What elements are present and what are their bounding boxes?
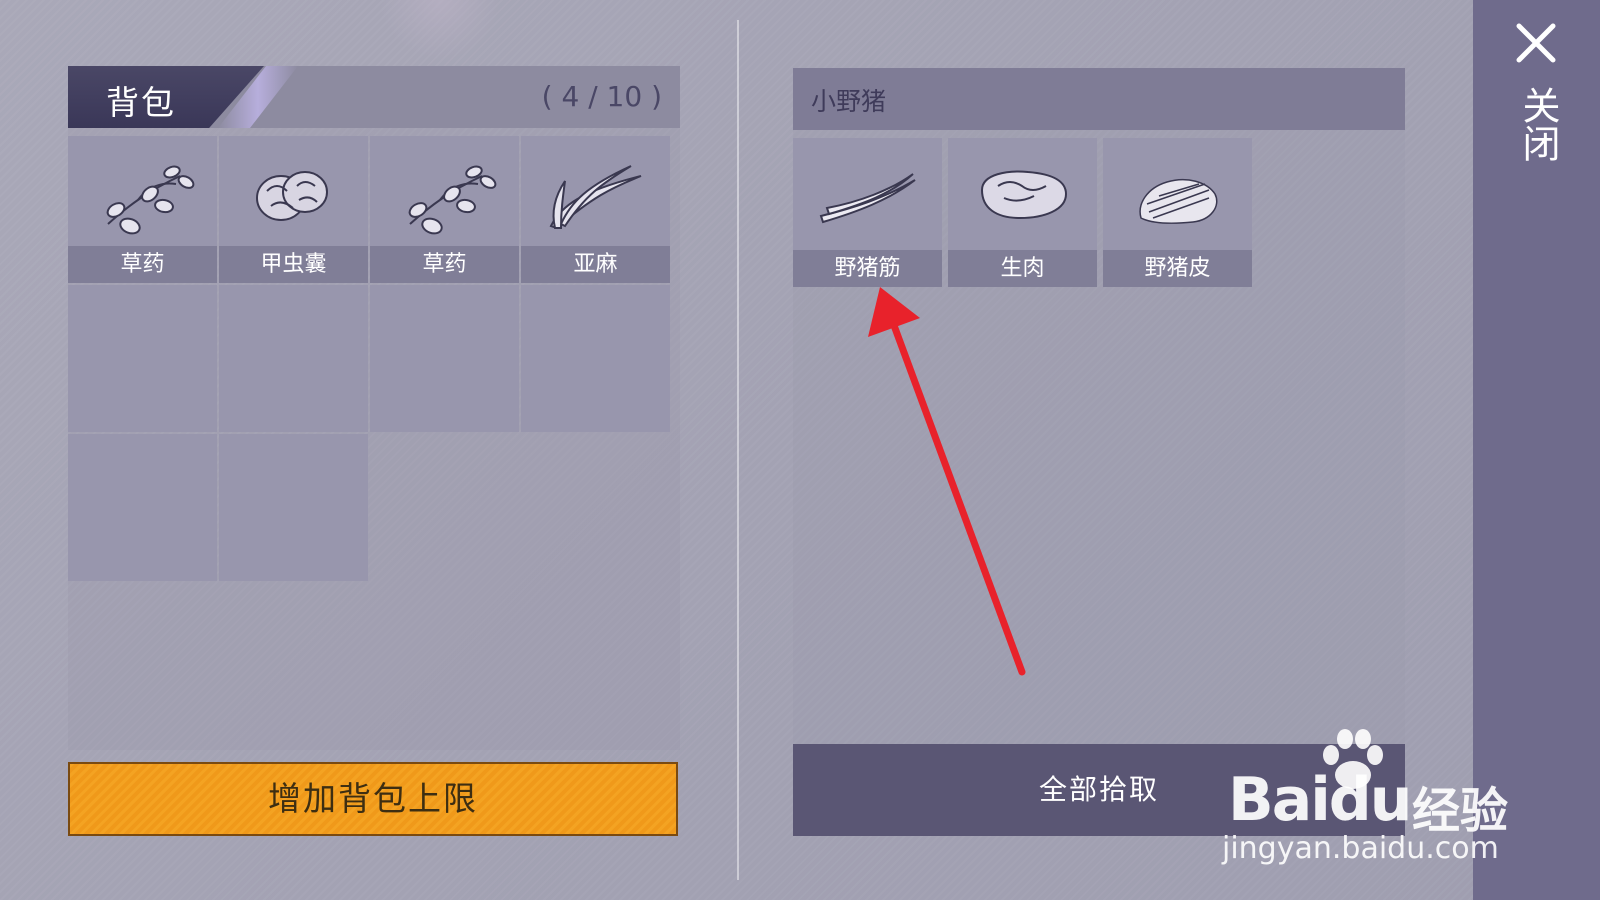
flax-icon — [549, 165, 642, 230]
bag-slot-2[interactable]: 甲虫囊 — [219, 136, 368, 283]
boar-hide-icon — [1139, 178, 1218, 224]
bag-title: 背包 — [106, 83, 176, 122]
item-label: 野猪筋 — [793, 250, 942, 287]
bag-slot-1[interactable]: 草药 — [68, 136, 217, 283]
close-icon[interactable] — [1513, 20, 1559, 66]
beetle-sac-icon — [256, 171, 328, 221]
watermark-brand-bai: Bai — [1228, 765, 1331, 835]
bag-slot-empty[interactable] — [219, 434, 368, 581]
loot-slot-3[interactable]: 野猪皮 — [1103, 138, 1252, 287]
watermark-url: jingyan.baidu.com — [1222, 831, 1499, 866]
loot-slot-1[interactable]: 野猪筋 — [793, 138, 942, 287]
background-figure — [380, 0, 500, 60]
herb-icon — [408, 165, 497, 235]
bag-slot-4[interactable]: 亚麻 — [521, 136, 670, 283]
bag-slot-empty[interactable] — [521, 285, 670, 432]
watermark-brand-du: du — [1328, 765, 1413, 835]
raw-meat-icon — [980, 170, 1068, 220]
item-label: 甲虫囊 — [219, 246, 368, 283]
bag-slot-empty[interactable] — [68, 285, 217, 432]
bag-slot-3[interactable]: 草药 — [370, 136, 519, 283]
item-label: 草药 — [68, 246, 217, 283]
loot-source-name: 小野猪 — [811, 87, 887, 116]
bag-capacity-count: ( 4 / 10 ) — [541, 80, 662, 113]
bag-slot-empty[interactable] — [370, 285, 519, 432]
item-label: 亚麻 — [521, 246, 670, 283]
item-label: 生肉 — [948, 250, 1097, 287]
item-label: 野猪皮 — [1103, 250, 1252, 287]
herb-icon — [106, 165, 195, 235]
watermark-brand: Baidu — [1228, 765, 1413, 835]
bag-header: 背包 ( 4 / 10 ) — [68, 66, 680, 128]
loot-panel: 小野猪 野猪筋 生肉 野猪皮 全部拾取 — [793, 68, 1405, 836]
loot-header: 小野猪 — [793, 68, 1405, 130]
panel-divider — [737, 20, 739, 880]
bag-panel: 背包 ( 4 / 10 ) 草药 甲虫囊 草药 亚麻 增加背包上限 — [68, 66, 680, 836]
item-label: 草药 — [370, 246, 519, 283]
close-label[interactable]: 关闭 — [1513, 86, 1560, 162]
expand-bag-capacity-button[interactable]: 增加背包上限 — [68, 762, 678, 836]
bag-slot-empty[interactable] — [219, 285, 368, 432]
bag-slot-empty[interactable] — [68, 434, 217, 581]
boar-tendon-icon — [819, 173, 916, 224]
loot-slot-2[interactable]: 生肉 — [948, 138, 1097, 287]
watermark: Baidu 经验 jingyan.baidu.com — [1222, 725, 1552, 875]
